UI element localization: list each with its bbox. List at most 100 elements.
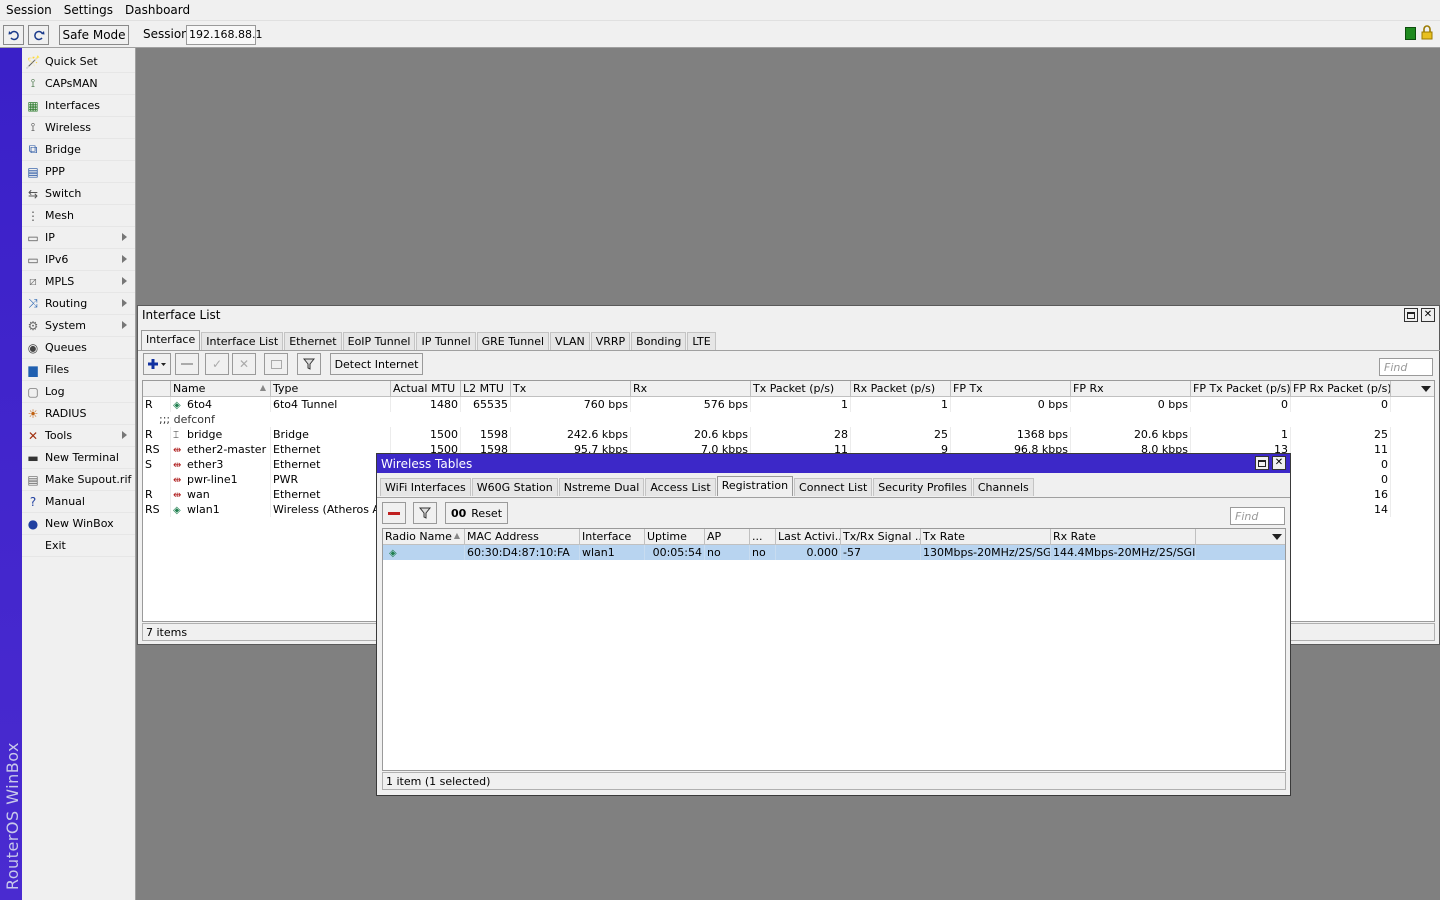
close-button[interactable]: ✕ [1421,308,1435,322]
column-header[interactable]: AP [705,529,750,545]
tab-ethernet[interactable]: Ethernet [284,332,342,350]
sidebar-item-switch[interactable]: ⇆ Switch [22,183,135,205]
interface-find-input[interactable]: Find [1379,358,1433,376]
menu-dashboard[interactable]: Dashboard [125,3,190,17]
column-header[interactable]: Last Activi... [776,529,841,545]
sidebar-item-tools[interactable]: ✕ Tools [22,425,135,447]
table-row[interactable]: R ◈ 6to4 6to4 Tunnel 1480 65535 760 bps 576 bps… [143,397,1434,412]
column-header[interactable]: Type [271,381,391,397]
tab-lte[interactable]: LTE [687,332,716,350]
column-chooser-icon[interactable] [1421,386,1431,392]
sidebar-item-bridge[interactable]: ⧉ Bridge [22,139,135,161]
sidebar-item-capsman[interactable]: ⟟ CAPsMAN [22,73,135,95]
enable-button[interactable]: ✓ [205,353,229,375]
sidebar-item-routing[interactable]: ⤨ Routing [22,293,135,315]
tab-vlan[interactable]: VLAN [550,332,590,350]
tab-registration[interactable]: Registration [716,476,794,496]
remove-registration-button[interactable] [382,502,406,524]
sidebar-item-label: RADIUS [45,407,87,420]
column-chooser-icon[interactable] [1272,534,1282,540]
sidebar-item-make-supout-rif[interactable]: ▤ Make Supout.rif [22,469,135,491]
column-header[interactable]: ... [750,529,776,545]
wireless-find-input[interactable]: Find [1230,507,1285,525]
tab-gre-tunnel[interactable]: GRE Tunnel [476,332,550,350]
table-row[interactable]: ◈ 60:30:D4:87:10:FA wlan1 00:05:54 no no 0.000… [383,545,1285,560]
sidebar-item-queues[interactable]: ◉ Queues [22,337,135,359]
sidebar-item-interfaces[interactable]: ▦ Interfaces [22,95,135,117]
column-header[interactable]: Tx Packet (p/s) [751,381,851,397]
table-cell: PWR [271,472,391,487]
table-cell: 576 bps [631,397,751,412]
column-header[interactable]: FP Rx Packet (p/s) [1291,381,1391,397]
column-header[interactable]: Rx Rate [1051,529,1196,545]
sidebar-item-new-terminal[interactable]: ▬ New Terminal [22,447,135,469]
sidebar-item-mesh[interactable]: ⋮ Mesh [22,205,135,227]
close-button[interactable]: ✕ [1272,456,1286,470]
tab-w60g-station[interactable]: W60G Station [471,478,558,496]
detect-internet-button[interactable]: Detect Internet [330,353,423,375]
tab-bonding[interactable]: Bonding [631,332,687,350]
table-row[interactable]: R ⌶ bridge Bridge 1500 1598 242.6 kbps 20.6 kbp… [143,427,1434,442]
tab-nstreme-dual[interactable]: Nstreme Dual [558,478,645,496]
redo-button[interactable] [28,25,49,45]
column-header[interactable]: Tx/Rx Signal ... [841,529,921,545]
sidebar-item-exit[interactable]: Exit [22,535,135,557]
sidebar-item-quick-set[interactable]: 🪄 Quick Set [22,51,135,73]
tab-interface[interactable]: Interface [141,330,201,350]
safe-mode-button[interactable]: Safe Mode [59,25,129,45]
sidebar-item-mpls[interactable]: ⧄ MPLS [22,271,135,293]
sidebar-item-ppp[interactable]: ▤ PPP [22,161,135,183]
tab-security-profiles[interactable]: Security Profiles [873,478,972,496]
column-header[interactable]: MAC Address [465,529,580,545]
sidebar-item-ip[interactable]: ▭ IP [22,227,135,249]
maximize-button[interactable] [1404,308,1418,322]
column-header[interactable]: Actual MTU [391,381,461,397]
reset-button[interactable]: 00 Reset [445,502,508,524]
table-cell: 0 [1291,397,1391,412]
column-header[interactable]: Rx Packet (p/s) [851,381,951,397]
tab-vrrp[interactable]: VRRP [590,332,631,350]
sidebar-item-new-winbox[interactable]: ● New WinBox [22,513,135,535]
column-header[interactable]: L2 MTU [461,381,511,397]
column-header[interactable]: Radio Name ▲ [383,529,465,545]
sidebar-item-radius[interactable]: ☀ RADIUS [22,403,135,425]
tab-wifi-interfaces[interactable]: WiFi Interfaces [380,478,471,496]
sidebar-item-system[interactable]: ⚙ System [22,315,135,337]
session-field[interactable]: 192.168.88.1 [186,25,262,45]
add-button[interactable] [143,353,171,375]
disable-button[interactable]: ✕ [232,353,256,375]
column-header[interactable]: FP Tx Packet (p/s) [1191,381,1291,397]
tab-channels[interactable]: Channels [972,478,1034,496]
filter-button[interactable] [297,353,321,375]
column-header[interactable]: Rx [631,381,751,397]
comment-button[interactable] [264,353,288,375]
tab-connect-list[interactable]: Connect List [794,478,873,496]
tab-eoip-tunnel[interactable]: EoIP Tunnel [342,332,416,350]
sidebar-item-files[interactable]: ▆ Files [22,359,135,381]
interface-list-titlebar[interactable]: Interface List ✕ [138,306,1439,324]
column-header[interactable] [143,381,171,397]
menu-settings[interactable]: Settings [64,3,113,17]
sidebar-item-label: New Terminal [45,451,119,464]
column-header[interactable]: FP Tx [951,381,1071,397]
column-header[interactable]: Tx [511,381,631,397]
column-header[interactable]: Interface [580,529,645,545]
maximize-button[interactable] [1255,456,1269,470]
column-header[interactable]: FP Rx [1071,381,1191,397]
wireless-tables-titlebar[interactable]: Wireless Tables ✕ [377,454,1290,473]
tab-interface-list[interactable]: Interface List [201,332,284,350]
menu-session[interactable]: Session [6,3,52,17]
tab-ip-tunnel[interactable]: IP Tunnel [416,332,476,350]
filter-button[interactable] [413,502,437,524]
column-header[interactable]: Uptime [645,529,705,545]
sidebar-item-ipv6[interactable]: ▭ IPv6 [22,249,135,271]
sidebar-item-manual[interactable]: ? Manual [22,491,135,513]
interface-list-tabs: Interface Interface List Ethernet EoIP Tunn… [138,330,1439,350]
remove-button[interactable] [175,353,199,375]
undo-button[interactable] [3,25,24,45]
sidebar-item-log[interactable]: ▢ Log [22,381,135,403]
sidebar-item-wireless[interactable]: ⟟ Wireless [22,117,135,139]
column-header[interactable]: Tx Rate [921,529,1051,545]
tab-access-list[interactable]: Access List [645,478,716,496]
column-header[interactable]: Name ▲ [171,381,271,397]
